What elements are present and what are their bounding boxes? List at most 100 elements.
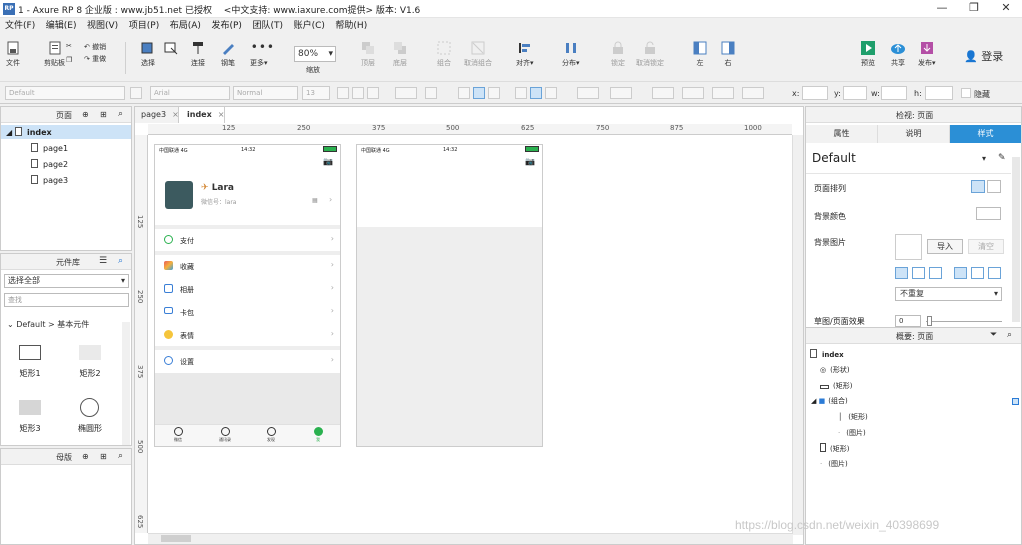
sketch-input[interactable]: 0 [895, 315, 921, 327]
share-button[interactable]: 共享 [890, 40, 906, 68]
menu-row-favorites[interactable]: 收藏 › [155, 255, 340, 277]
nav-me[interactable]: 我 [303, 427, 333, 443]
page-item-page3[interactable]: page3 [31, 175, 68, 185]
y-input[interactable] [843, 86, 867, 100]
widget-ellipse[interactable] [80, 398, 99, 417]
connector-button[interactable]: 连接 [190, 40, 206, 68]
publish-button[interactable]: 发布▾ [918, 40, 936, 68]
scroll-thumb[interactable] [161, 535, 191, 542]
nav-discover[interactable]: 发现 [256, 427, 286, 443]
menu-project[interactable]: 项目(P) [124, 18, 159, 34]
italic-button[interactable] [352, 87, 364, 99]
avatar[interactable] [165, 181, 193, 209]
camera-icon[interactable]: 📷 [525, 157, 535, 166]
filter-icon[interactable]: ⏷ [990, 330, 997, 340]
bg-align-right[interactable] [929, 267, 942, 279]
style-edit-button[interactable] [130, 87, 142, 99]
minimize-button[interactable]: — [926, 0, 958, 18]
repeat-select[interactable]: 不重复 ▾ [895, 287, 1002, 301]
search-icon[interactable]: ⌕ [118, 451, 123, 461]
page-item-index[interactable]: ◢ index [6, 127, 52, 137]
menu-view[interactable]: 视图(V) [82, 18, 118, 34]
bg-valign-middle[interactable] [971, 267, 984, 279]
outline-item-rectangle[interactable]: (矩形) [820, 381, 852, 391]
horizontal-scrollbar[interactable] [148, 533, 793, 544]
widget-rectangle1[interactable] [19, 345, 41, 360]
tab-style[interactable]: 样式 [950, 125, 1022, 143]
close-icon[interactable]: × [218, 110, 225, 119]
close-icon[interactable]: × [172, 110, 179, 119]
align-top-button[interactable] [515, 87, 527, 99]
align-center-button[interactable] [473, 87, 485, 99]
align-middle-button[interactable] [530, 87, 542, 99]
copy-button[interactable]: ❐ [66, 56, 72, 64]
bold-button[interactable] [337, 87, 349, 99]
camera-icon[interactable]: 📷 [323, 157, 333, 166]
bottom-layer-button[interactable]: 底层 [392, 40, 408, 68]
widget-rectangle3[interactable] [19, 400, 41, 415]
shadow-button[interactable] [610, 87, 632, 99]
library-scrollbar[interactable] [122, 322, 130, 445]
distribute-button[interactable]: 分布▾ [562, 40, 580, 68]
search-icon[interactable]: ⌕ [118, 256, 123, 266]
outline-item-rectangle[interactable]: │ (矩形) [838, 412, 868, 422]
nav-chats[interactable]: 微信 [163, 427, 193, 443]
page-item-page1[interactable]: page1 [31, 143, 68, 153]
tab-notes[interactable]: 说明 [878, 125, 950, 143]
ungroup-button[interactable]: 取消组合 [464, 40, 492, 68]
bg-color-picker[interactable] [976, 207, 1001, 220]
close-button[interactable]: ✕ [990, 0, 1022, 18]
height-input[interactable] [925, 86, 953, 100]
top-layer-button[interactable]: 顶层 [360, 40, 376, 68]
library-group-header[interactable]: ⌄ Default > 基本元件 [7, 319, 89, 330]
page-item-page2[interactable]: page2 [31, 159, 68, 169]
menu-account[interactable]: 账户(C) [289, 18, 325, 34]
add-folder-icon[interactable]: ⊞ [100, 452, 107, 461]
group-button[interactable]: 组合 [436, 40, 452, 68]
more-button[interactable]: ••• 更多▾ [250, 40, 274, 68]
font-select[interactable]: Arial [150, 86, 230, 100]
width-input[interactable] [881, 86, 907, 100]
sketch-slider-track[interactable] [926, 321, 1002, 322]
library-search-input[interactable]: 查找 [4, 293, 129, 307]
arrow-style-button[interactable] [742, 87, 764, 99]
fill-color-button[interactable] [577, 87, 599, 99]
menu-publish[interactable]: 发布(P) [206, 18, 241, 34]
menu-row-settings[interactable]: 设置 › [155, 350, 340, 372]
nav-contacts[interactable]: 通讯录 [210, 427, 240, 443]
zoom-select[interactable]: 80% ▾ [294, 46, 336, 62]
clipboard-button[interactable]: 剪贴板 [44, 40, 65, 68]
vertical-scrollbar[interactable] [792, 135, 803, 535]
align-button[interactable]: 对齐▾ [516, 40, 534, 68]
align-right-button[interactable] [488, 87, 500, 99]
line-style-button[interactable] [712, 87, 734, 99]
menu-row-album[interactable]: 相册 › [155, 278, 340, 300]
select-button[interactable]: 选择 [140, 40, 156, 68]
font-color-button[interactable] [395, 87, 417, 99]
align-bottom-button[interactable] [545, 87, 557, 99]
outline-item-group[interactable]: ◢ ■ (组合) [811, 396, 848, 406]
outline-item-image[interactable]: · (图片) [820, 459, 848, 469]
phone-mockup-blank[interactable]: 中国联通 4G 14:32 📷 [356, 144, 543, 447]
menu-edit[interactable]: 编辑(E) [41, 18, 77, 34]
tab-page3[interactable]: page3 × [135, 107, 179, 123]
preview-button[interactable]: 预览 [860, 40, 876, 68]
underline-button[interactable] [367, 87, 379, 99]
menu-row-pay[interactable]: 支付 › [155, 229, 340, 251]
inspector-scrollbar[interactable] [1012, 157, 1020, 322]
bullet-button[interactable] [425, 87, 437, 99]
style-name[interactable]: Default [812, 151, 856, 165]
clear-button[interactable]: 清空 [968, 239, 1004, 254]
pen-button[interactable]: 钢笔 [220, 40, 236, 68]
bg-valign-top[interactable] [954, 267, 967, 279]
phone-mockup-me[interactable]: 中国联通 4G 14:32 📷 ✈ Lara 微信号：lara ▦ › 支付 › … [154, 144, 341, 447]
bg-align-center[interactable] [912, 267, 925, 279]
lock-button[interactable]: 锁定 [610, 40, 626, 68]
tab-properties[interactable]: 属性 [806, 125, 878, 143]
qr-code-icon[interactable]: ▦ [312, 197, 318, 204]
menu-file[interactable]: 文件(F) [0, 18, 35, 34]
maximize-button[interactable]: ❐ [958, 0, 990, 18]
line-width-button[interactable] [682, 87, 704, 99]
import-button[interactable]: 导入 [927, 239, 963, 254]
file-button[interactable]: 文件 [5, 40, 21, 68]
